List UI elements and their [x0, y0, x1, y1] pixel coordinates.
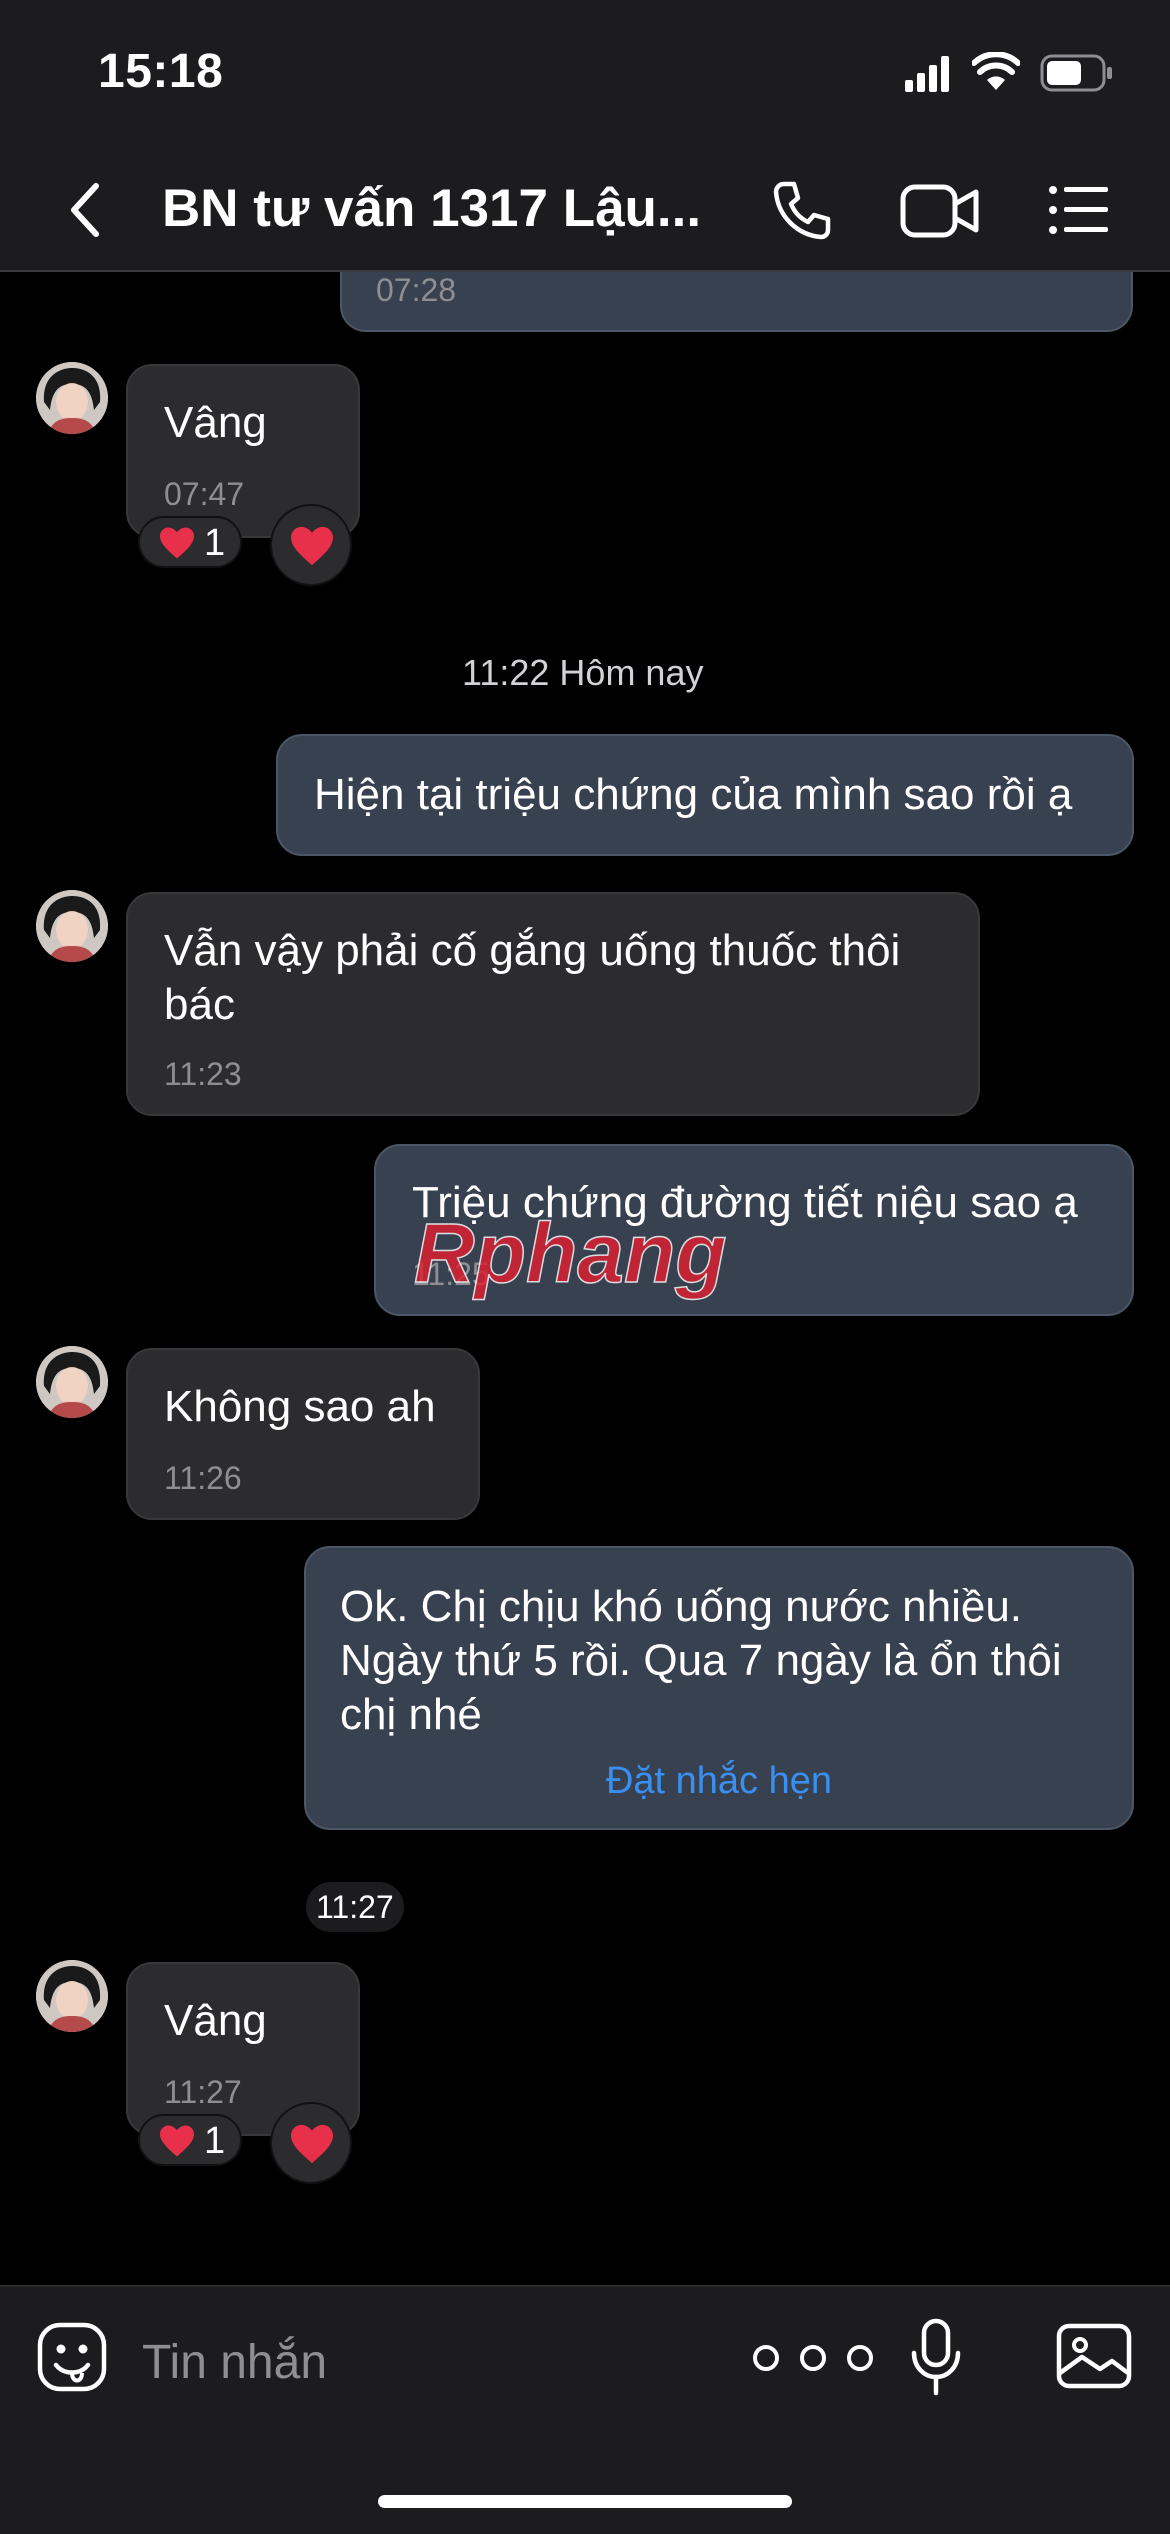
message-time: 11:26 — [164, 1460, 242, 1496]
watermark-logo: Rphang — [413, 1212, 727, 1301]
message-text-line: Vẫn vậy phải cố gắng uống thuốc thôi — [164, 926, 901, 975]
react-button[interactable] — [270, 504, 352, 586]
react-button[interactable] — [270, 2102, 352, 2184]
heart-icon — [160, 527, 194, 559]
avatar-photo — [36, 890, 108, 962]
message-text-line: Ok. Chị chịu khó uống nước nhiều. — [340, 1582, 1023, 1631]
message-text: Không sao ah — [164, 1382, 436, 1431]
more-options-icon[interactable] — [750, 2343, 876, 2373]
back-chevron-icon[interactable] — [64, 180, 104, 240]
message-time: 11:23 — [164, 1056, 242, 1092]
chat-title[interactable]: BN tư vấn 1317 Lậu... — [162, 178, 701, 239]
avatar[interactable] — [36, 890, 108, 962]
avatar-photo — [36, 1346, 108, 1418]
message-text-line: Ngày thứ 5 rồi. Qua 7 ngày là ổn thôi — [340, 1636, 1062, 1685]
message-bubble-incoming[interactable]: Vẫn vậy phải cố gắng uống thuốc thôi bác… — [126, 892, 980, 1116]
message-text-line: bác — [164, 980, 235, 1029]
status-time: 15:18 — [98, 45, 224, 98]
message-time: 07:47 — [164, 476, 245, 512]
avatar[interactable] — [36, 1346, 108, 1418]
message-time-chip: 11:27 — [306, 1882, 404, 1932]
reaction-count: 1 — [204, 522, 226, 564]
cellular-signal-icon — [905, 56, 949, 92]
phone-call-icon[interactable] — [770, 178, 834, 242]
microphone-icon[interactable] — [908, 2317, 964, 2397]
message-text-line: chị nhé — [340, 1690, 482, 1739]
heart-icon — [291, 2124, 333, 2164]
image-gallery-icon[interactable] — [1056, 2323, 1132, 2389]
message-text: Vâng — [164, 1996, 267, 2045]
composer-bar: Tin nhắn — [0, 2285, 1170, 2534]
chat-area[interactable]: 07:28 Vâng 07:47 1 11:22 Hôm nay Hiện tạ… — [0, 272, 1170, 2284]
wifi-icon — [972, 52, 1020, 90]
svg-text:Rphang: Rphang — [414, 1212, 727, 1300]
avatar-photo — [36, 362, 108, 434]
message-text: Hiện tại triệu chứng của mình sao rồi ạ — [314, 770, 1073, 819]
message-time: 07:28 — [376, 272, 457, 308]
message-bubble-incoming[interactable]: Không sao ah 11:26 — [126, 1348, 480, 1520]
message-time: 11:27 — [164, 2074, 242, 2110]
reaction-count: 1 — [204, 2120, 226, 2162]
status-bar: 15:18 — [0, 0, 1170, 150]
home-indicator[interactable] — [378, 2495, 792, 2508]
video-call-icon[interactable] — [900, 182, 980, 240]
date-separator: 11:22 Hôm nay — [462, 652, 704, 693]
message-bubble-outgoing[interactable]: Ok. Chị chịu khó uống nước nhiều. Ngày t… — [304, 1546, 1134, 1830]
message-bubble-outgoing[interactable]: 07:28 — [340, 272, 1133, 332]
sticker-emoji-icon[interactable] — [36, 2321, 108, 2393]
heart-icon — [160, 2125, 194, 2157]
avatar[interactable] — [36, 1960, 108, 2032]
message-bubble-outgoing[interactable]: Hiện tại triệu chứng của mình sao rồi ạ — [276, 734, 1134, 856]
menu-list-icon[interactable] — [1048, 184, 1110, 236]
avatar[interactable] — [36, 362, 108, 434]
heart-icon — [291, 526, 333, 566]
battery-icon — [1040, 54, 1112, 92]
message-input[interactable]: Tin nhắn — [142, 2335, 327, 2390]
avatar-photo — [36, 1960, 108, 2032]
set-reminder-link[interactable]: Đặt nhắc hẹn — [306, 1760, 1132, 1803]
chat-header: BN tư vấn 1317 Lậu... — [0, 150, 1170, 272]
reaction-summary[interactable]: 1 — [138, 2114, 242, 2166]
message-text: Vâng — [164, 398, 267, 447]
reaction-summary[interactable]: 1 — [138, 516, 242, 568]
